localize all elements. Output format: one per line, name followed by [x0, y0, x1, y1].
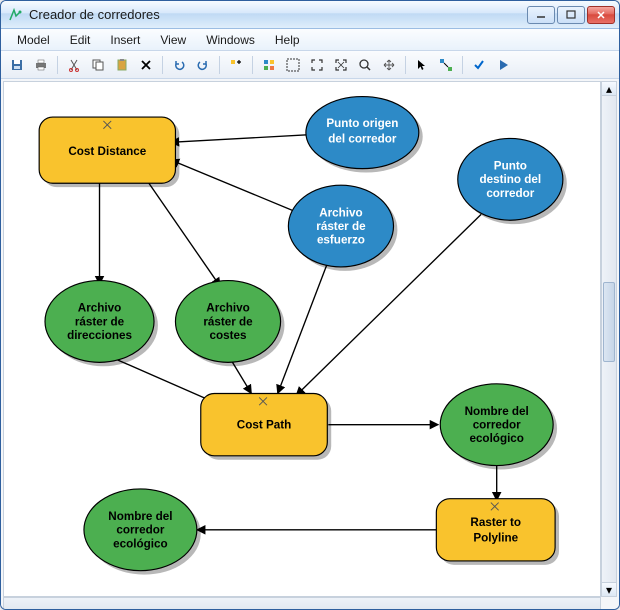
print-icon[interactable]	[31, 55, 51, 75]
node-label-line3: corredor	[486, 187, 534, 200]
menu-edit[interactable]: Edit	[60, 31, 101, 49]
horizontal-scrollbar[interactable]	[3, 597, 601, 610]
validate-icon[interactable]	[469, 55, 489, 75]
toolbar-separator	[462, 56, 463, 74]
node-label-line2: Polyline	[473, 531, 518, 544]
fit-icon[interactable]	[307, 55, 327, 75]
app-window: Creador de corredores Model Edit Insert …	[0, 0, 620, 610]
redo-icon[interactable]	[193, 55, 213, 75]
menu-model[interactable]: Model	[7, 31, 60, 49]
node-nombre-corredor-1[interactable]: Nombre del corredor ecológico	[440, 384, 557, 470]
app-icon	[7, 7, 23, 23]
scroll-thumb[interactable]	[603, 282, 615, 362]
node-raster-to-polyline[interactable]: Raster to Polyline	[436, 499, 559, 565]
canvas-area: Cost Distance Punto origen del corredor …	[1, 79, 619, 610]
node-label-line1: Archivo	[206, 302, 249, 315]
toolbar	[1, 51, 619, 79]
node-label-line3: ecológico	[113, 537, 167, 550]
delete-icon[interactable]	[136, 55, 156, 75]
menu-view[interactable]: View	[150, 31, 196, 49]
diagram-svg: Cost Distance Punto origen del corredor …	[4, 82, 600, 596]
pan-icon[interactable]	[379, 55, 399, 75]
toolbar-separator	[162, 56, 163, 74]
scroll-up-icon[interactable]: ▴	[602, 82, 616, 96]
zoom-in-icon[interactable]	[355, 55, 375, 75]
scroll-down-icon[interactable]: ▾	[602, 582, 616, 596]
node-label-line1: Archivo	[78, 302, 121, 315]
toolbar-separator	[405, 56, 406, 74]
menu-insert[interactable]: Insert	[100, 31, 150, 49]
vertical-scrollbar[interactable]: ▴ ▾	[601, 81, 617, 597]
node-label-line2: ráster de	[75, 315, 125, 328]
zoom-extent-icon[interactable]	[331, 55, 351, 75]
connect-icon[interactable]	[436, 55, 456, 75]
edge-costdistance-to-costes	[146, 179, 220, 286]
toolbar-separator	[57, 56, 58, 74]
close-button[interactable]	[587, 6, 615, 24]
node-label-line2: destino del	[480, 173, 542, 186]
node-label-line1: Raster to	[470, 516, 521, 529]
toolbar-separator	[252, 56, 253, 74]
model-canvas[interactable]: Cost Distance Punto origen del corredor …	[3, 81, 601, 597]
node-label-line2: corredor	[116, 524, 164, 537]
node-nombre-corredor-2[interactable]: Nombre del corredor ecológico	[84, 489, 201, 575]
node-label: Cost Path	[237, 419, 291, 432]
node-punto-origen[interactable]: Punto origen del corredor	[306, 97, 423, 173]
run-icon[interactable]	[493, 55, 513, 75]
node-label-line1: Punto origen	[326, 117, 398, 130]
window-controls	[527, 6, 615, 24]
node-punto-destino[interactable]: Punto destino del corredor	[458, 138, 567, 224]
node-label-line1: Archivo	[319, 206, 362, 219]
edge-esfuerzo-to-costdistance	[171, 160, 307, 216]
node-label-line3: ecológico	[469, 432, 523, 445]
window-title: Creador de corredores	[29, 7, 527, 22]
menu-help[interactable]: Help	[265, 31, 310, 49]
edge-esfuerzo-to-costpath	[278, 253, 332, 393]
cut-icon[interactable]	[64, 55, 84, 75]
edge-origen-to-costdistance	[171, 135, 312, 143]
save-icon[interactable]	[7, 55, 27, 75]
node-archivo-costes[interactable]: Archivo ráster de costes	[175, 281, 284, 367]
undo-icon[interactable]	[169, 55, 189, 75]
pointer-icon[interactable]	[412, 55, 432, 75]
add-icon[interactable]	[226, 55, 246, 75]
minimize-button[interactable]	[527, 6, 555, 24]
node-label-line1: Nombre del	[108, 510, 172, 523]
title-bar: Creador de corredores	[1, 1, 619, 29]
paste-icon[interactable]	[112, 55, 132, 75]
grid-icon[interactable]	[259, 55, 279, 75]
node-cost-distance[interactable]: Cost Distance	[39, 117, 179, 187]
node-label-line1: Punto	[494, 160, 527, 173]
maximize-button[interactable]	[557, 6, 585, 24]
node-label-line1: Nombre del	[465, 405, 529, 418]
node-label-line2: corredor	[473, 419, 521, 432]
copy-icon[interactable]	[88, 55, 108, 75]
toolbar-separator	[219, 56, 220, 74]
node-cost-path[interactable]: Cost Path	[201, 394, 331, 460]
node-archivo-direcciones[interactable]: Archivo ráster de direcciones	[45, 281, 158, 367]
menu-bar: Model Edit Insert View Windows Help	[1, 29, 619, 51]
node-label-line3: direcciones	[67, 329, 132, 342]
menu-windows[interactable]: Windows	[196, 31, 265, 49]
node-label-line2: del corredor	[328, 132, 397, 145]
node-label-line2: ráster de	[203, 315, 253, 328]
node-label: Cost Distance	[68, 145, 146, 158]
node-archivo-esfuerzo[interactable]: Archivo ráster de esfuerzo	[288, 185, 397, 271]
node-label-line3: costes	[210, 329, 247, 342]
select-all-icon[interactable]	[283, 55, 303, 75]
node-label-line3: esfuerzo	[317, 234, 365, 247]
node-label-line2: ráster de	[316, 220, 366, 233]
